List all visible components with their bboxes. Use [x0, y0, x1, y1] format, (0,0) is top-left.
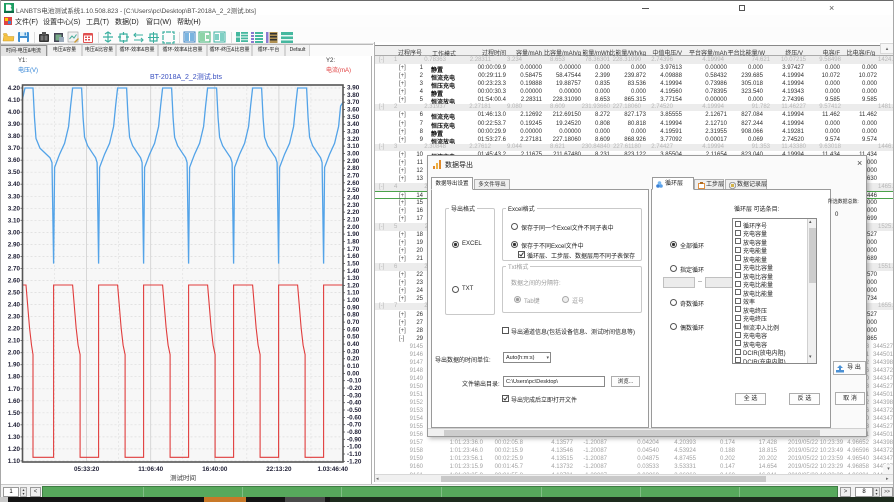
svg-text:2.70: 2.70: [347, 173, 360, 180]
svg-text:4.00: 4.00: [8, 109, 21, 116]
svg-text:0.00: 0.00: [347, 370, 360, 377]
svg-text:4.20: 4.20: [8, 85, 21, 92]
svg-text:1.50: 1.50: [347, 260, 360, 267]
svg-text:3.90: 3.90: [8, 121, 21, 128]
svg-text:测试时间: 测试时间: [170, 473, 196, 482]
svg-text:1.80: 1.80: [8, 374, 21, 381]
svg-text:2.10: 2.10: [8, 338, 21, 345]
svg-text:1.10: 1.10: [8, 458, 21, 465]
svg-text:3.70: 3.70: [8, 145, 21, 152]
svg-text:2.90: 2.90: [347, 158, 360, 165]
svg-text:2.80: 2.80: [8, 253, 21, 260]
svg-text:4.10: 4.10: [8, 97, 21, 104]
svg-text:3.70: 3.70: [347, 99, 360, 106]
svg-text:3.20: 3.20: [347, 136, 360, 143]
svg-text:3.60: 3.60: [8, 157, 21, 164]
svg-text:22:13:20: 22:13:20: [266, 466, 292, 473]
svg-text:3.40: 3.40: [347, 121, 360, 128]
svg-text:2.00: 2.00: [8, 350, 21, 357]
svg-text:1.70: 1.70: [347, 246, 360, 253]
svg-text:-0.70: -0.70: [347, 422, 362, 429]
svg-text:3.60: 3.60: [347, 107, 360, 114]
svg-text:1.50: 1.50: [8, 410, 21, 417]
svg-text:1.40: 1.40: [347, 268, 360, 275]
svg-text:2.60: 2.60: [347, 180, 360, 187]
svg-text:-0.20: -0.20: [347, 385, 362, 392]
svg-text:2.50: 2.50: [8, 290, 21, 297]
svg-text:0.50: 0.50: [347, 334, 360, 341]
svg-text:1.60: 1.60: [8, 398, 21, 405]
svg-text:-0.60: -0.60: [347, 414, 362, 421]
svg-text:-1.20: -1.20: [347, 458, 362, 465]
svg-text:1.60: 1.60: [347, 253, 360, 260]
svg-text:3.30: 3.30: [347, 129, 360, 136]
svg-text:-1.00: -1.00: [347, 444, 362, 451]
svg-text:3.40: 3.40: [8, 181, 21, 188]
svg-text:0.60: 0.60: [347, 326, 360, 333]
svg-text:3.00: 3.00: [347, 151, 360, 158]
svg-text:1.40: 1.40: [8, 422, 21, 429]
svg-text:-0.80: -0.80: [347, 429, 362, 436]
svg-text:3.80: 3.80: [8, 133, 21, 140]
svg-text:3.20: 3.20: [8, 205, 21, 212]
svg-text:2.40: 2.40: [8, 302, 21, 309]
svg-text:1.20: 1.20: [347, 282, 360, 289]
svg-text:1.70: 1.70: [8, 386, 21, 393]
svg-text:3.50: 3.50: [347, 114, 360, 121]
svg-text:3.80: 3.80: [347, 92, 360, 99]
svg-text:3.10: 3.10: [8, 217, 21, 224]
svg-text:2.10: 2.10: [347, 216, 360, 223]
svg-text:-0.10: -0.10: [347, 378, 362, 385]
svg-text:1.30: 1.30: [347, 275, 360, 282]
svg-text:0.10: 0.10: [347, 363, 360, 370]
svg-text:-0.50: -0.50: [347, 407, 362, 414]
svg-text:0.80: 0.80: [347, 312, 360, 319]
svg-text:2.20: 2.20: [347, 209, 360, 216]
svg-text:3.90: 3.90: [347, 85, 360, 92]
svg-text:-0.40: -0.40: [347, 400, 362, 407]
svg-text:-0.30: -0.30: [347, 392, 362, 399]
svg-text:0.30: 0.30: [347, 348, 360, 355]
svg-text:1.20: 1.20: [8, 446, 21, 453]
svg-text:05:33:20: 05:33:20: [74, 466, 100, 473]
svg-text:1.30: 1.30: [8, 434, 21, 441]
svg-text:1.90: 1.90: [8, 362, 21, 369]
svg-text:0.40: 0.40: [347, 341, 360, 348]
svg-text:2.20: 2.20: [8, 326, 21, 333]
svg-text:3.30: 3.30: [8, 193, 21, 200]
svg-text:3.10: 3.10: [347, 143, 360, 150]
svg-text:0.20: 0.20: [347, 356, 360, 363]
svg-text:1.00: 1.00: [347, 297, 360, 304]
svg-text:2.90: 2.90: [8, 241, 21, 248]
svg-text:1.10: 1.10: [347, 290, 360, 297]
svg-text:-0.90: -0.90: [347, 436, 362, 443]
svg-text:2.40: 2.40: [347, 195, 360, 202]
svg-text:1.03:46:40: 1.03:46:40: [318, 466, 349, 473]
svg-text:2.00: 2.00: [347, 224, 360, 231]
svg-text:3.00: 3.00: [8, 229, 21, 236]
svg-text:0.90: 0.90: [347, 304, 360, 311]
svg-text:3.50: 3.50: [8, 169, 21, 176]
svg-text:-1.10: -1.10: [347, 451, 362, 458]
svg-text:16:40:00: 16:40:00: [202, 466, 228, 473]
svg-text:1.90: 1.90: [347, 231, 360, 238]
svg-text:2.50: 2.50: [347, 187, 360, 194]
svg-text:2.30: 2.30: [347, 202, 360, 209]
svg-text:2.70: 2.70: [8, 266, 21, 273]
svg-text:11:06:40: 11:06:40: [138, 466, 163, 473]
svg-text:2.60: 2.60: [8, 278, 21, 285]
svg-text:2.30: 2.30: [8, 314, 21, 321]
svg-text:2.80: 2.80: [347, 165, 360, 172]
svg-text:0.70: 0.70: [347, 319, 360, 326]
svg-text:1.80: 1.80: [347, 238, 360, 245]
